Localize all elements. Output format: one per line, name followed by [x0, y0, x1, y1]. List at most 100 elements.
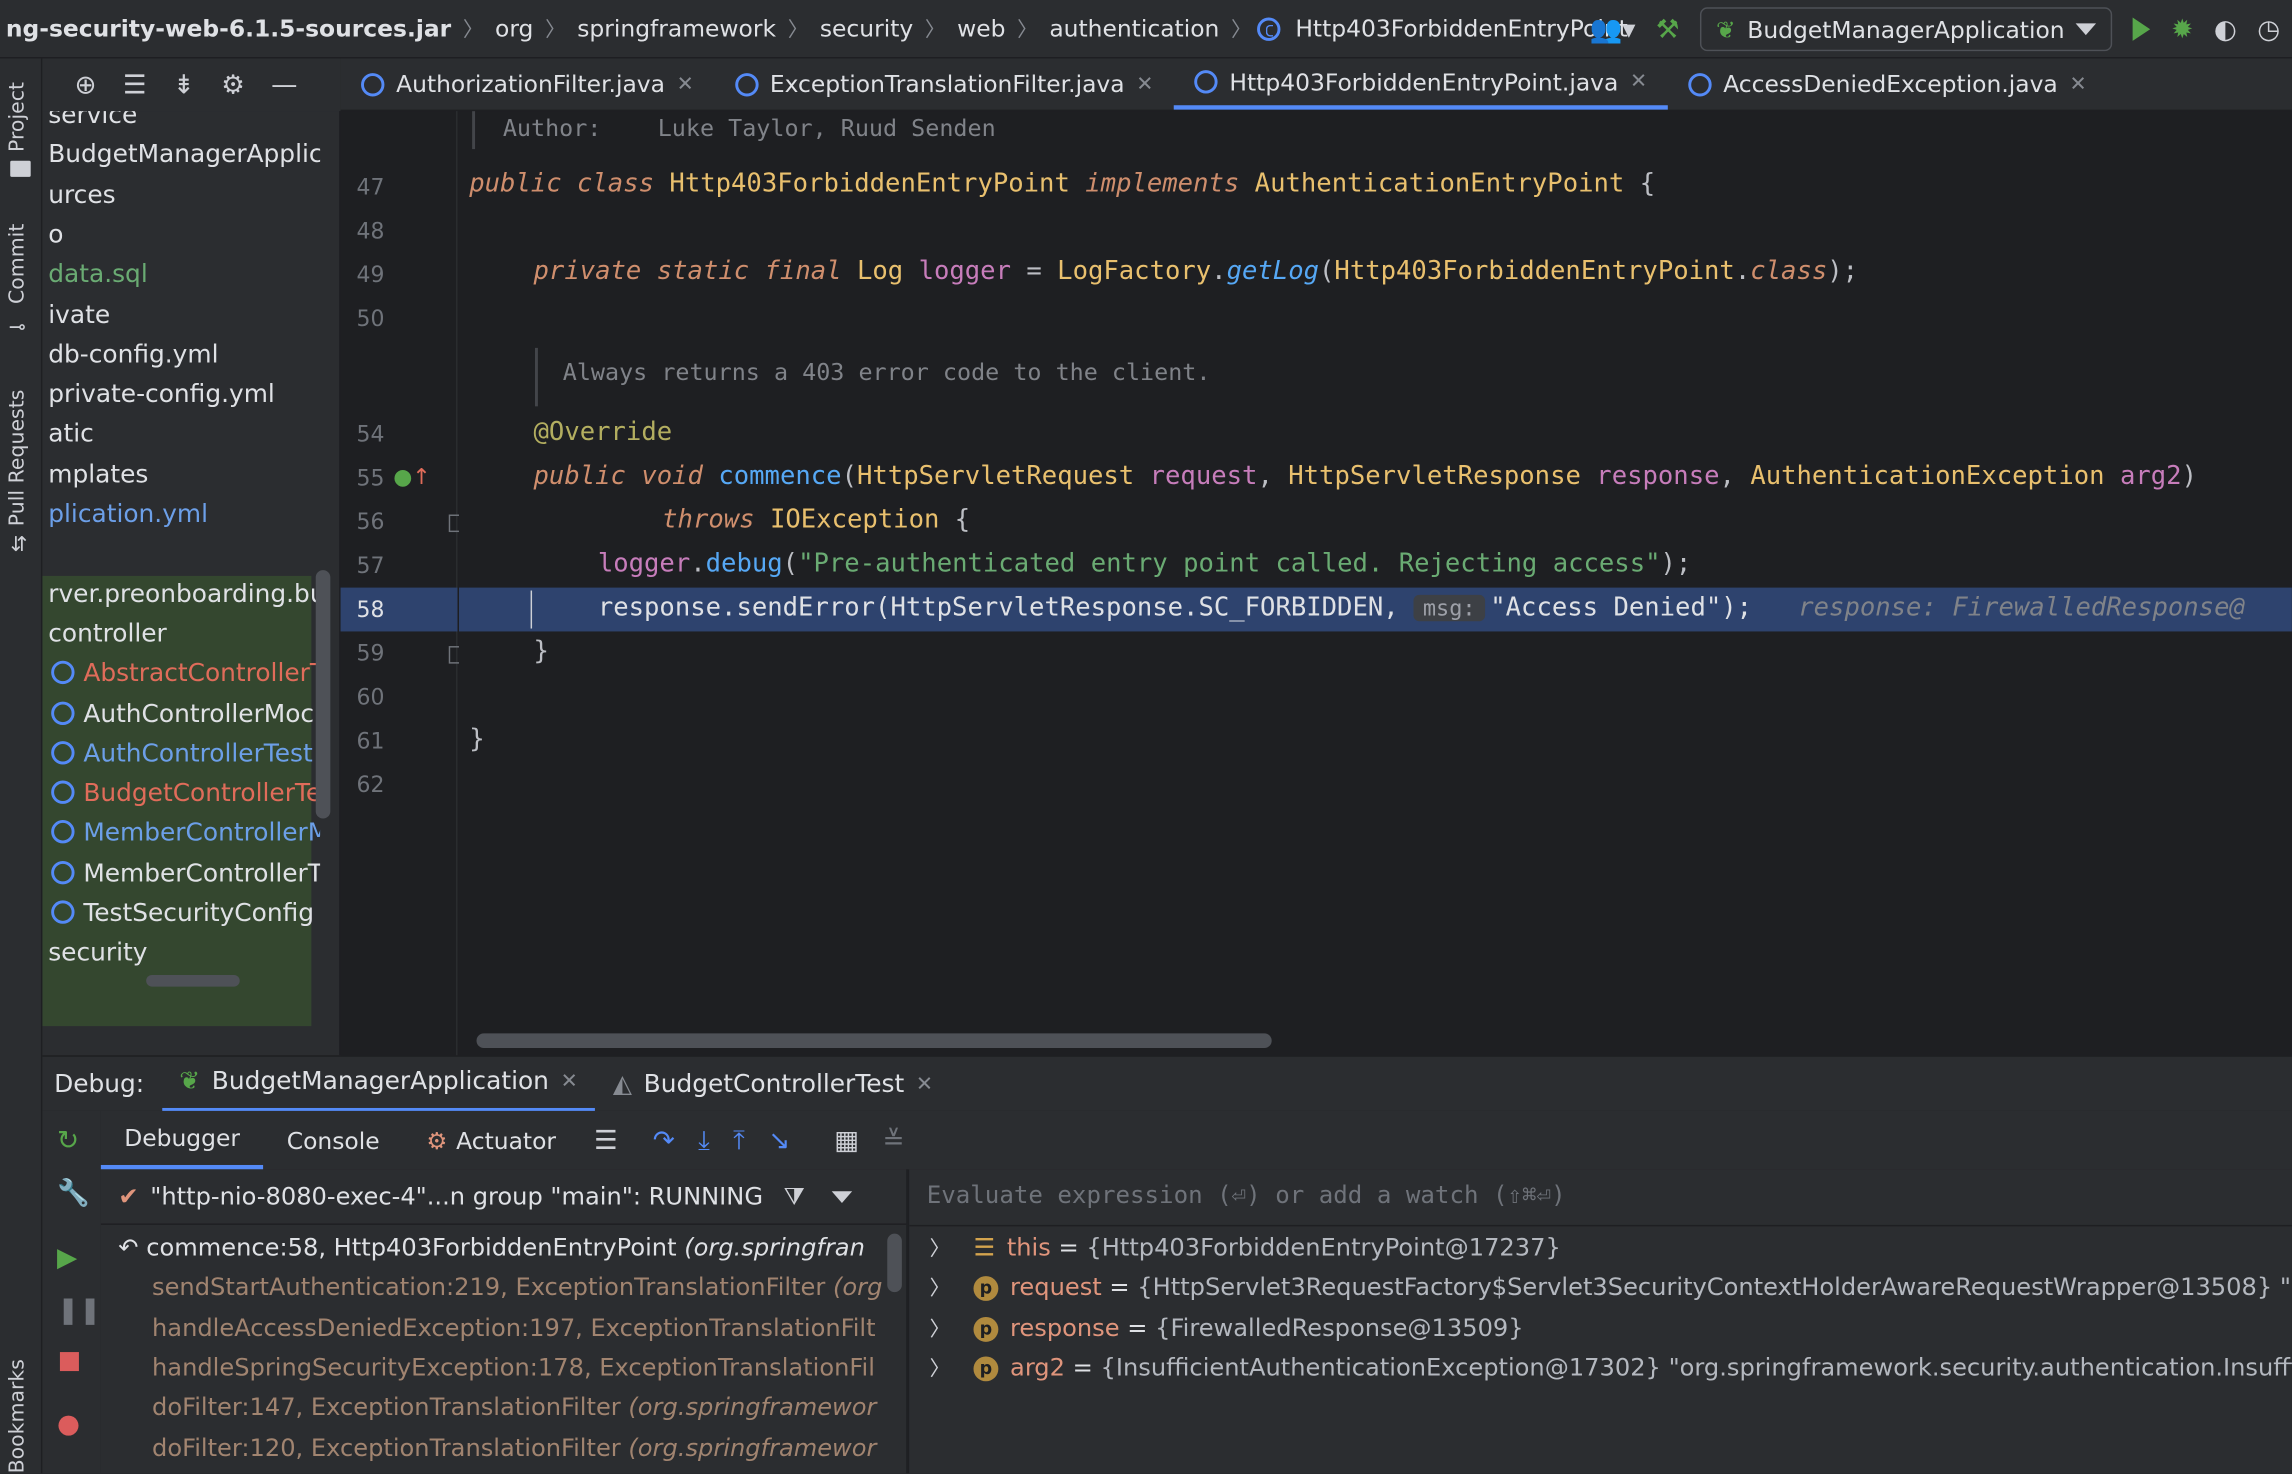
code-editor[interactable]: Author: Luke Taylor, Ruud Senden public …	[458, 111, 2292, 1056]
tree-item[interactable]: MemberControllerT	[42, 855, 320, 894]
tree-item[interactable]: o	[42, 216, 320, 255]
tree-item[interactable]: atic	[42, 416, 320, 455]
tree-item[interactable]: data.sql	[42, 256, 320, 295]
resume-icon[interactable]: ▶	[57, 1242, 77, 1273]
tree-item[interactable]	[42, 535, 320, 574]
breadcrumb-class[interactable]: Http403ForbiddenEntryPoint	[1289, 15, 1633, 43]
expand-chevron-icon[interactable]: 〉	[930, 1274, 950, 1303]
run-icon[interactable]	[2133, 17, 2151, 41]
step-out-icon[interactable]: ⤒	[733, 1125, 745, 1156]
tab-actuator[interactable]: ⚙ Actuator	[403, 1111, 579, 1169]
expand-all-icon[interactable]: ☰	[123, 69, 147, 100]
close-icon[interactable]: ✕	[1630, 70, 1647, 93]
breadcrumb-web[interactable]: web	[951, 15, 1011, 43]
stack-frame[interactable]: handleAccessDeniedException:197, Excepti…	[152, 1313, 876, 1341]
stack-frame[interactable]: doFilter:147, ExceptionTranslationFilter…	[152, 1393, 876, 1421]
tree-item[interactable]: rver.preonboarding.bu	[42, 575, 320, 614]
step-into-icon[interactable]: ⤓	[698, 1125, 710, 1156]
chevron-down-icon[interactable]	[831, 1190, 852, 1203]
tree-item[interactable]: urces	[42, 176, 320, 215]
evaluate-icon[interactable]: ▦	[834, 1125, 859, 1156]
wrench-icon[interactable]: 🔧	[57, 1178, 90, 1209]
hammer-icon[interactable]: ⚒	[1656, 14, 1680, 45]
pull-requests-tool-button[interactable]: Pull Requests	[6, 390, 29, 527]
breadcrumb-jar[interactable]: ng-security-web-6.1.5-sources.jar	[0, 15, 457, 43]
breadcrumb-authentication[interactable]: authentication	[1043, 15, 1225, 43]
tree-item[interactable]: BudgetControllerTe	[42, 775, 320, 814]
tree-item[interactable]: controller	[42, 615, 320, 654]
locate-icon[interactable]: ⊕	[75, 69, 97, 100]
rerun-icon[interactable]: ↻	[57, 1126, 79, 1157]
tree-item[interactable]: AuthControllerTest	[42, 735, 320, 774]
tab-debugger[interactable]: Debugger	[100, 1111, 264, 1170]
close-icon[interactable]: ✕	[677, 72, 694, 95]
filter-icon[interactable]: ⧩	[783, 1182, 805, 1211]
tree-item[interactable]: security	[42, 934, 320, 973]
tree-item[interactable]: private-config.yml	[42, 376, 320, 415]
bookmarks-tool-button[interactable]: Bookmarks	[6, 1359, 29, 1473]
editor-horizontal-scrollbar[interactable]	[476, 1033, 1272, 1049]
tab-authorizationfilter[interactable]: AuthorizationFilter.java ✕	[341, 58, 715, 109]
project-horizontal-scrollbar[interactable]	[146, 974, 240, 987]
variable-row[interactable]: 〉 p response = {FirewalledResponse@13509}	[930, 1313, 1524, 1342]
gear-icon[interactable]: ⚙	[221, 69, 245, 100]
profiler-icon[interactable]: ◷	[2257, 14, 2280, 45]
breadcrumb-security[interactable]: security	[814, 15, 919, 43]
debug-session-tab[interactable]: ◭ BudgetControllerTest ✕	[595, 1056, 950, 1112]
tab-exceptiontranslationfilter[interactable]: ExceptionTranslationFilter.java ✕	[714, 58, 1174, 109]
tree-item[interactable]: AbstractControllerT	[42, 655, 320, 694]
tree-item[interactable]: ivate	[42, 296, 320, 335]
hide-icon[interactable]: —	[271, 69, 297, 100]
evaluate-expression-input[interactable]: Evaluate expression (⏎) or add a watch (…	[927, 1181, 1566, 1209]
pause-icon[interactable]: ❚❚	[57, 1295, 101, 1326]
user-dropdown-icon[interactable]: 👥▾	[1589, 14, 1635, 45]
stack-frame[interactable]: doFilter:120, ExceptionTranslationFilter…	[152, 1433, 876, 1461]
menu-icon[interactable]: ☰	[594, 1125, 618, 1156]
step-over-icon[interactable]: ↷	[653, 1125, 675, 1156]
breadcrumb-springframework[interactable]: springframework	[571, 15, 781, 43]
coverage-icon[interactable]: ◐	[2214, 14, 2237, 45]
stop-icon[interactable]	[59, 1352, 79, 1372]
tree-item[interactable]: BudgetManagerApplic	[42, 136, 320, 175]
expand-chevron-icon[interactable]: 〉	[930, 1313, 950, 1342]
frames-scrollbar[interactable]	[887, 1233, 902, 1293]
run-configuration-select[interactable]: ❦ BudgetManagerApplication	[1699, 7, 2113, 52]
commit-tool-button[interactable]: Commit	[6, 224, 29, 304]
tab-console[interactable]: Console	[263, 1111, 403, 1169]
stack-frame[interactable]: ↶ commence:58, Http403ForbiddenEntryPoin…	[118, 1234, 864, 1262]
trace-icon[interactable]: ≚	[882, 1125, 904, 1156]
line-number: 62	[356, 771, 385, 799]
variable-row[interactable]: 〉 ☰ this = {Http403ForbiddenEntryPoint@172…	[930, 1234, 1561, 1263]
editor-gutter[interactable]: 47 48 49 50 54 55 56 57 58 59 60 61 62 ●…	[340, 111, 467, 1056]
expand-chevron-icon[interactable]: 〉	[930, 1353, 950, 1382]
view-breakpoints-icon[interactable]: ●	[57, 1409, 80, 1440]
close-icon[interactable]: ✕	[2069, 72, 2086, 95]
close-icon[interactable]: ✕	[561, 1070, 578, 1093]
project-scrollbar[interactable]	[315, 570, 331, 819]
stack-frame[interactable]: sendStartAuthentication:219, ExceptionTr…	[152, 1274, 882, 1302]
tab-accessdeniedexception[interactable]: AccessDeniedException.java ✕	[1668, 58, 2107, 109]
tab-http403forbiddenentrypoint[interactable]: Http403ForbiddenEntryPoint.java ✕	[1173, 58, 1668, 110]
run-to-cursor-icon[interactable]: ↘	[768, 1125, 790, 1156]
stack-frame[interactable]: handleSpringSecurityException:178, Excep…	[152, 1353, 875, 1381]
thread-selector[interactable]: ✔ "http-nio-8080-exec-4"...n group "main…	[100, 1169, 907, 1225]
tree-item[interactable]: AuthControllerMoc	[42, 695, 320, 734]
implements-marker-icon[interactable]: ●↑	[393, 463, 431, 489]
project-tool-button[interactable]: Project	[6, 82, 29, 152]
variable-row[interactable]: 〉 p request = {HttpServlet3RequestFactory$…	[930, 1274, 2292, 1303]
tree-item[interactable]: db-config.yml	[42, 336, 320, 375]
debug-session-tab[interactable]: ❦ BudgetManagerApplication ✕	[161, 1056, 596, 1112]
tree-item[interactable]: TestSecurityConfig	[42, 895, 320, 934]
close-icon[interactable]: ✕	[1136, 72, 1153, 95]
variable-row[interactable]: 〉 p arg2 = {InsufficientAuthenticationExce…	[930, 1353, 2292, 1382]
breadcrumb-org[interactable]: org	[489, 15, 539, 43]
collapse-all-icon[interactable]: ⇟	[173, 69, 195, 100]
tree-item[interactable]: MemberControllerM	[42, 815, 320, 854]
tree-item[interactable]: mplates	[42, 456, 320, 495]
tree-item[interactable]: plication.yml	[42, 496, 320, 535]
expand-chevron-icon[interactable]: 〉	[930, 1234, 950, 1263]
chevron-right-icon: 〉	[462, 18, 484, 42]
debug-bug-icon[interactable]: ✹	[2171, 14, 2193, 45]
close-icon[interactable]: ✕	[916, 1072, 933, 1095]
line-number: 55	[356, 464, 385, 492]
